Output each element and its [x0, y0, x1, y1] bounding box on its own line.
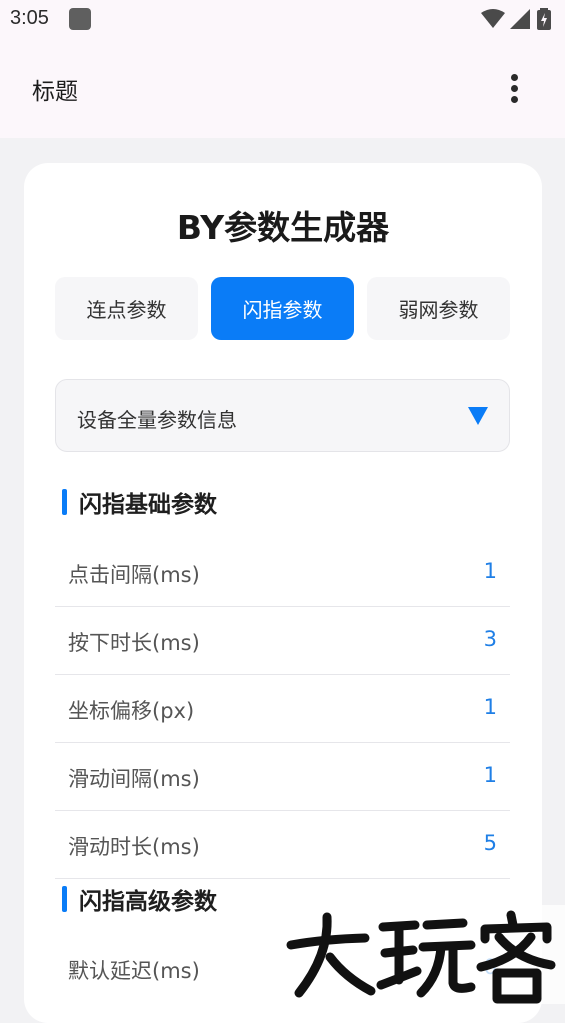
- device-info-dropdown[interactable]: 设备全量参数信息: [55, 379, 510, 452]
- advanced-params-header: 闪指高级参数: [62, 884, 217, 915]
- basic-params-title: 闪指基础参数: [79, 492, 217, 518]
- wifi-icon: [481, 9, 505, 28]
- tab-weak-network-params[interactable]: 弱网参数: [367, 277, 510, 340]
- section-accent-bar: [62, 489, 67, 515]
- cellular-signal-icon: [510, 9, 530, 29]
- app-bar: 标题: [0, 38, 565, 138]
- tab-tap-params[interactable]: 连点参数: [55, 277, 198, 340]
- param-label: 按下时长(ms): [68, 631, 200, 655]
- param-label: 滑动间隔(ms): [68, 767, 200, 791]
- param-value: 1: [483, 695, 497, 719]
- param-value: 3: [483, 627, 497, 651]
- more-vert-icon[interactable]: [500, 68, 528, 108]
- param-label: 坐标偏移(px): [68, 699, 195, 723]
- param-label: 点击间隔(ms): [68, 563, 200, 587]
- app-notification-icon: [69, 8, 91, 30]
- triangle-down-icon: [468, 407, 488, 425]
- advanced-params-title: 闪指高级参数: [79, 889, 217, 915]
- param-row-swipe-duration[interactable]: 滑动时长(ms) 5: [55, 811, 510, 879]
- param-label: 滑动时长(ms): [68, 835, 200, 859]
- param-label: 默认延迟(ms): [68, 959, 200, 983]
- parameter-tabs: 连点参数 闪指参数 弱网参数: [55, 277, 510, 340]
- param-row-press-duration[interactable]: 按下时长(ms) 3: [55, 607, 510, 675]
- app-bar-title: 标题: [32, 79, 78, 105]
- status-bar: 3:05: [0, 0, 565, 38]
- tab-flash-params[interactable]: 闪指参数: [211, 277, 354, 340]
- param-value: 5: [483, 831, 497, 855]
- param-value: 1: [483, 763, 497, 787]
- basic-params-header: 闪指基础参数: [62, 487, 217, 518]
- section-accent-bar: [62, 886, 67, 912]
- param-row-swipe-interval[interactable]: 滑动间隔(ms) 1: [55, 743, 510, 811]
- watermark-logo: [285, 905, 565, 1004]
- battery-charging-icon: [537, 8, 551, 30]
- parameter-card: BY参数生成器 连点参数 闪指参数 弱网参数 设备全量参数信息 闪指基础参数 点…: [24, 163, 542, 1023]
- dropdown-selected-value: 设备全量参数信息: [77, 408, 237, 432]
- card-title: BY参数生成器: [176, 208, 390, 247]
- status-time: 3:05: [10, 7, 49, 29]
- param-value: 1: [483, 559, 497, 583]
- param-row-coordinate-offset[interactable]: 坐标偏移(px) 1: [55, 675, 510, 743]
- param-row-click-interval[interactable]: 点击间隔(ms) 1: [55, 539, 510, 607]
